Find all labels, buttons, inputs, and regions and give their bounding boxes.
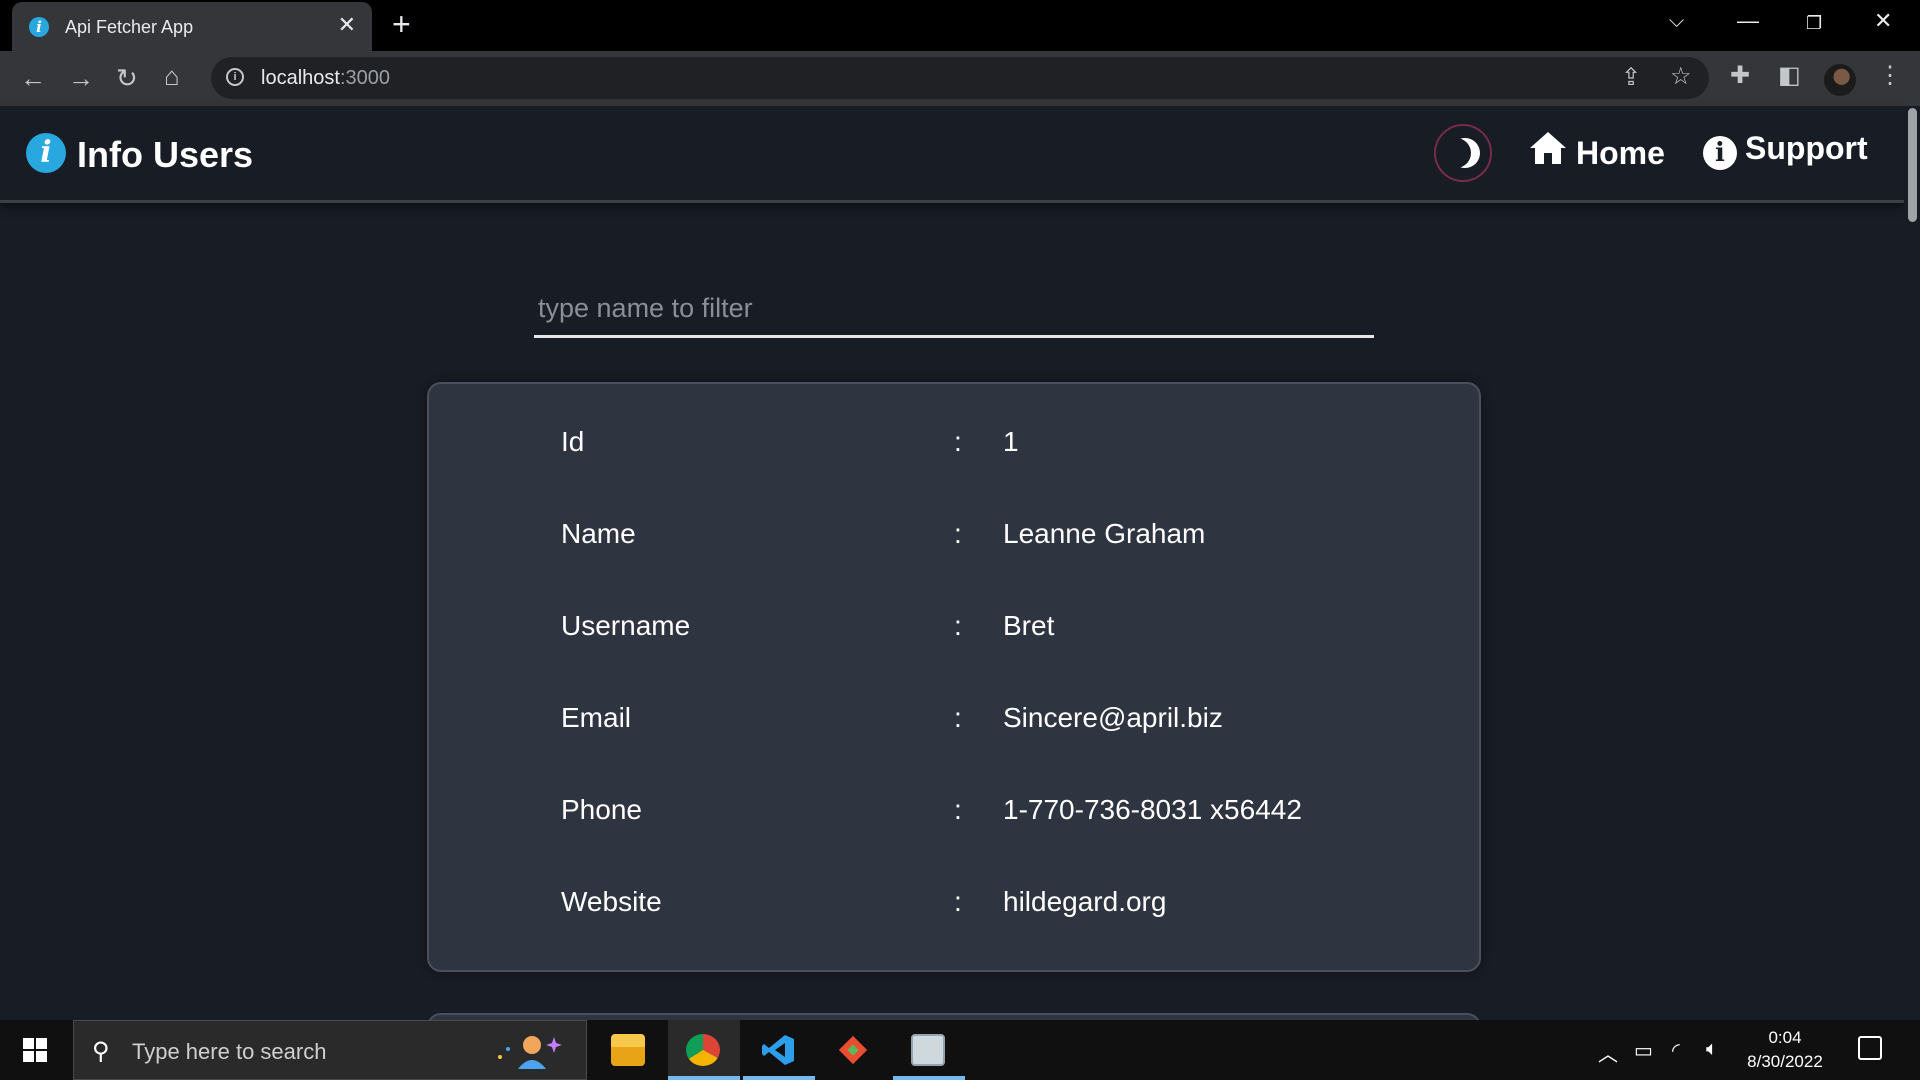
url-port: :3000 bbox=[339, 67, 390, 89]
system-clock[interactable]: 0:04 8/30/2022 bbox=[1740, 1026, 1830, 1074]
browser-tab-bar: i Api Fetcher App ✕ + ⌵ — ❐ ✕ bbox=[0, 0, 1920, 51]
git-app[interactable] bbox=[818, 1020, 890, 1080]
site-info-icon[interactable]: i bbox=[226, 68, 244, 86]
wifi-icon[interactable]: ◜ bbox=[1672, 1038, 1680, 1063]
minimize-icon[interactable]: — bbox=[1737, 10, 1759, 32]
windows-start-icon[interactable] bbox=[23, 1038, 47, 1062]
user-row-email: Email : Sincere@april.biz bbox=[429, 702, 1479, 742]
user-row-id: Id : 1 bbox=[429, 426, 1479, 466]
user-row-username: Username : Bret bbox=[429, 610, 1479, 650]
volume-icon[interactable]: 🔈︎ bbox=[1706, 1038, 1718, 1061]
row-value: Sincere@april.biz bbox=[1003, 702, 1223, 733]
tab-title: Api Fetcher App bbox=[65, 17, 194, 37]
row-value: 1-770-736-8031 x56442 bbox=[1003, 794, 1302, 825]
brand-title[interactable]: Info Users bbox=[77, 134, 253, 176]
row-separator: : bbox=[954, 426, 962, 457]
url-text: localhost:3000 bbox=[261, 67, 390, 90]
chrome-app[interactable] bbox=[668, 1020, 740, 1080]
git-icon bbox=[838, 1035, 868, 1065]
row-label: Id bbox=[561, 426, 585, 457]
row-separator: : bbox=[954, 702, 962, 733]
side-panel-icon[interactable]: ◧ bbox=[1778, 64, 1801, 88]
share-icon[interactable]: ⇪ bbox=[1621, 66, 1641, 90]
info-logo-icon: i bbox=[26, 133, 66, 173]
active-indicator bbox=[743, 1076, 815, 1080]
taskbar-search[interactable]: ⚲ Type here to search bbox=[73, 1020, 587, 1080]
vscode-icon bbox=[762, 1035, 794, 1065]
user-card: Id : 1 Name : Leanne Graham Username : B… bbox=[427, 382, 1481, 972]
app-header: i Info Users Home i Support bbox=[0, 106, 1904, 203]
user-row-name: Name : Leanne Graham bbox=[429, 518, 1479, 558]
folder-icon bbox=[611, 1034, 645, 1066]
row-label: Website bbox=[561, 886, 662, 917]
taskbar-search-placeholder: Type here to search bbox=[132, 1039, 327, 1064]
search-highlight-icon bbox=[498, 1036, 562, 1069]
row-separator: : bbox=[954, 518, 962, 549]
row-value: hildegard.org bbox=[1003, 886, 1167, 917]
scrollbar-thumb[interactable] bbox=[1908, 108, 1917, 222]
back-icon[interactable]: ← bbox=[20, 65, 46, 91]
clock-time: 0:04 bbox=[1768, 1028, 1802, 1047]
row-value: Leanne Graham bbox=[1003, 518, 1206, 549]
row-separator: : bbox=[954, 886, 962, 917]
battery-icon[interactable]: ▭ bbox=[1634, 1038, 1653, 1063]
user-row-phone: Phone : 1-770-736-8031 x56442 bbox=[429, 794, 1479, 834]
row-value: 1 bbox=[1003, 426, 1019, 457]
row-separator: : bbox=[954, 794, 962, 825]
url-host: localhost bbox=[261, 67, 340, 89]
extensions-icon[interactable]: ✚ bbox=[1730, 64, 1750, 88]
windows-taskbar: ⚲ Type here to search ︿ ▭ ◜ 🔈︎ 0:04 8/30… bbox=[0, 1020, 1920, 1080]
search-icon: ⚲ bbox=[92, 1038, 110, 1065]
browser-tab[interactable]: i Api Fetcher App ✕ bbox=[12, 2, 372, 51]
row-label: Username bbox=[561, 610, 691, 641]
row-separator: : bbox=[954, 610, 962, 641]
user-row-website: Website : hildegard.org bbox=[429, 886, 1479, 926]
row-label: Name bbox=[561, 518, 636, 549]
tray-chevron-icon[interactable]: ︿ bbox=[1598, 1038, 1618, 1067]
active-indicator bbox=[893, 1076, 965, 1080]
nav-home-label: Home bbox=[1576, 135, 1665, 171]
clock-date: 8/30/2022 bbox=[1747, 1052, 1823, 1071]
home-icon bbox=[1530, 132, 1566, 164]
active-indicator bbox=[668, 1076, 740, 1080]
browser-toolbar: ← → ↻ ⌂ i localhost:3000 ⇪ ☆ ✚ ◧ ⋮ bbox=[0, 51, 1920, 106]
menu-kebab-icon[interactable]: ⋮ bbox=[1878, 64, 1902, 88]
info-favicon-icon: i bbox=[29, 17, 49, 37]
nav-home-link[interactable]: Home bbox=[1528, 130, 1665, 172]
vscode-app[interactable] bbox=[743, 1020, 815, 1080]
chrome-icon bbox=[686, 1034, 720, 1066]
window-close-icon[interactable]: ✕ bbox=[1874, 10, 1892, 32]
file-explorer-app[interactable] bbox=[593, 1020, 665, 1080]
forward-icon[interactable]: → bbox=[68, 65, 94, 91]
tab-search-chevron-icon[interactable]: ⌵ bbox=[1669, 10, 1684, 32]
bookmark-star-icon[interactable]: ☆ bbox=[1670, 65, 1692, 89]
nav-support-label: Support bbox=[1745, 130, 1868, 166]
address-bar[interactable]: i localhost:3000 ⇪ ☆ bbox=[211, 57, 1709, 99]
row-value: Bret bbox=[1003, 610, 1055, 641]
reload-icon[interactable]: ↻ bbox=[116, 65, 138, 91]
moon-icon bbox=[1441, 138, 1471, 168]
info-icon: i bbox=[1703, 136, 1737, 170]
device-icon bbox=[911, 1034, 945, 1066]
device-app[interactable] bbox=[893, 1020, 965, 1080]
profile-avatar[interactable] bbox=[1824, 64, 1856, 96]
close-tab-icon[interactable]: ✕ bbox=[338, 14, 356, 36]
theme-toggle-button[interactable] bbox=[1434, 124, 1492, 182]
row-label: Phone bbox=[561, 794, 642, 825]
home-browser-icon[interactable]: ⌂ bbox=[164, 63, 180, 89]
name-filter-input[interactable] bbox=[534, 282, 1374, 338]
row-label: Email bbox=[561, 702, 632, 733]
page-scrollbar[interactable] bbox=[1904, 106, 1920, 1020]
notifications-icon[interactable] bbox=[1858, 1036, 1882, 1060]
nav-support-link[interactable]: i Support bbox=[1703, 130, 1868, 170]
new-tab-icon[interactable]: + bbox=[392, 8, 411, 40]
restore-icon[interactable]: ❐ bbox=[1806, 12, 1822, 34]
